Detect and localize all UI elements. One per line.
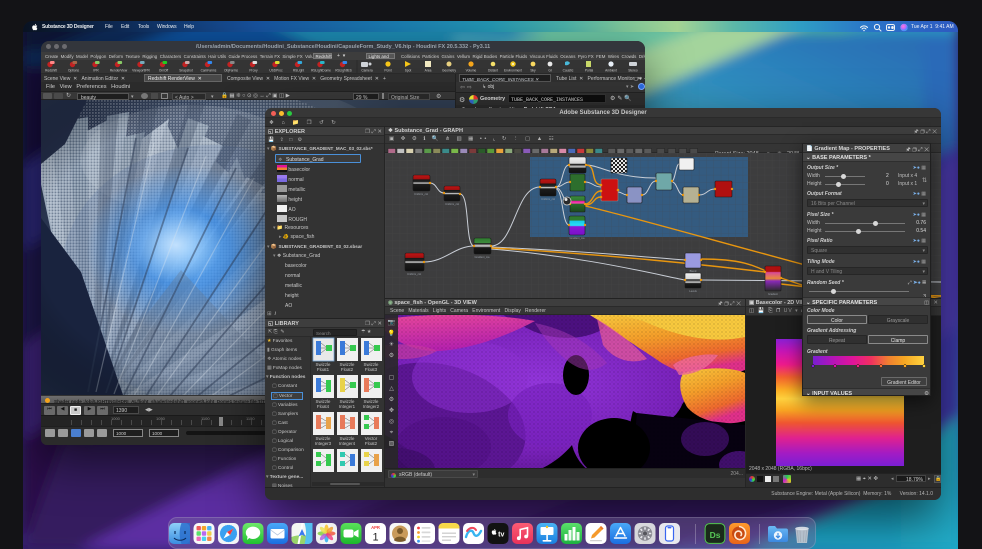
svg-text:RSLightDome: RSLightDome	[311, 69, 331, 73]
svg-text:Gradient: Gradient	[768, 292, 778, 296]
svg-text:RenderView: RenderView	[110, 69, 128, 73]
svg-text:Camera: Camera	[361, 69, 373, 73]
svg-text:Snapshot: Snapshot	[179, 69, 193, 73]
svg-text:Integer3: Integer3	[315, 441, 332, 446]
svg-text:Float2: Float2	[341, 367, 354, 372]
svg-text:Levels: Levels	[689, 289, 697, 293]
svg-text:Point: Point	[384, 69, 391, 73]
svg-text:Geometry: Geometry	[442, 69, 456, 73]
svg-text:ObjFarms: ObjFarms	[224, 69, 238, 73]
svg-text:Spot: Spot	[405, 69, 412, 73]
svg-text:Proxy: Proxy	[249, 69, 258, 73]
svg-text:1: 1	[372, 532, 378, 544]
svg-text:CamFarms: CamFarms	[201, 69, 217, 73]
svg-text:Sky: Sky	[530, 69, 536, 73]
svg-text:RSLight: RSLight	[293, 69, 304, 73]
svg-text:Uniform_col: Uniform_col	[445, 202, 459, 206]
svg-text:Gradient_ma: Gradient_ma	[570, 236, 586, 240]
svg-text:Stereo: Stereo	[628, 69, 638, 73]
svg-text:RSLightIES: RSLightIES	[335, 69, 351, 73]
svg-text:Float2: Float2	[365, 441, 378, 446]
svg-text:Blend: Blend	[690, 269, 697, 273]
svg-text:Integer1: Integer1	[339, 404, 356, 409]
svg-text:Integer2: Integer2	[363, 404, 380, 409]
svg-text:ViewportIPR: ViewportIPR	[132, 69, 150, 73]
svg-text:APR: APR	[371, 525, 380, 530]
svg-text:USDProc: USDProc	[269, 69, 283, 73]
svg-text:IPR: IPR	[93, 69, 99, 73]
svg-text:Caustic: Caustic	[563, 69, 574, 73]
svg-text:Portal: Portal	[585, 69, 594, 73]
svg-text:Float4: Float4	[317, 404, 330, 409]
svg-text:tv: tv	[498, 532, 504, 539]
svg-text:Volume: Volume	[466, 69, 477, 73]
svg-text:Float1: Float1	[317, 367, 330, 372]
svg-text:Distant: Distant	[488, 69, 498, 73]
svg-text:On/Off: On/Off	[159, 69, 168, 73]
svg-text:Gradient_ma: Gradient_ma	[475, 255, 491, 259]
svg-text:Redshift: Redshift	[45, 69, 57, 73]
svg-text:GI: GI	[548, 69, 551, 73]
svg-text:Uniform_col: Uniform_col	[407, 272, 421, 276]
svg-text:Environment: Environment	[504, 69, 522, 73]
svg-text:Options: Options	[68, 69, 79, 73]
svg-text:Area: Area	[425, 69, 432, 73]
svg-text:Uniform_col: Uniform_col	[414, 192, 428, 196]
svg-text:Integer4: Integer4	[339, 441, 356, 446]
svg-text:Float3: Float3	[365, 367, 378, 372]
svg-text:Ambient: Ambient	[605, 69, 617, 73]
svg-text:Uniform_col: Uniform_col	[541, 197, 555, 201]
svg-text:Ds: Ds	[710, 530, 721, 540]
